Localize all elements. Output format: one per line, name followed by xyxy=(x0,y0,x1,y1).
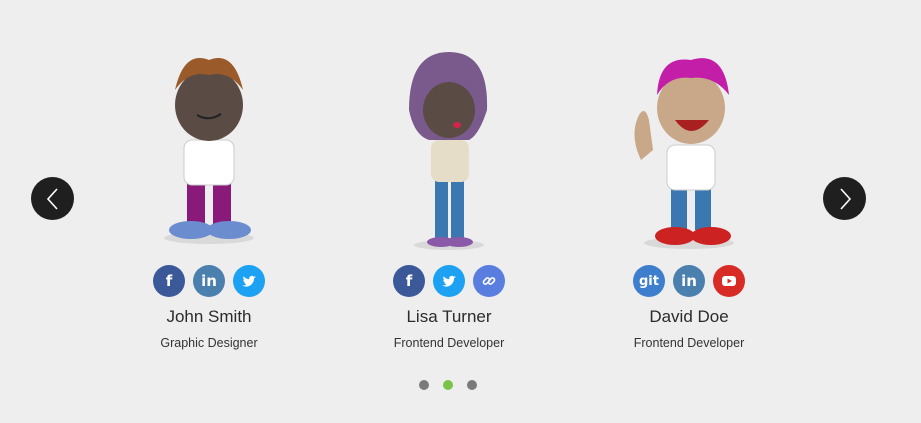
social-links: f xyxy=(339,265,559,297)
link-icon[interactable] xyxy=(473,265,505,297)
pagination-dot-3[interactable] xyxy=(467,380,477,390)
linkedin-icon[interactable]: in xyxy=(673,265,705,297)
avatar xyxy=(164,58,254,244)
pagination-dot-2-active[interactable] xyxy=(443,380,453,390)
team-member-card: f Lisa Turner Frontend Developer xyxy=(339,40,559,350)
member-name: John Smith xyxy=(166,307,252,326)
youtube-icon[interactable] xyxy=(713,265,745,297)
social-links: git in xyxy=(579,265,799,297)
twitter-icon[interactable] xyxy=(433,265,465,297)
carousel-next-button[interactable] xyxy=(823,177,866,220)
chevron-left-icon xyxy=(46,187,58,210)
carousel-prev-button[interactable] xyxy=(31,177,74,220)
avatar xyxy=(634,58,734,249)
team-member-card: git in David Doe Frontend Developer xyxy=(579,40,799,350)
twitter-icon[interactable] xyxy=(233,265,265,297)
pagination-dot-1[interactable] xyxy=(419,380,429,390)
git-icon[interactable]: git xyxy=(633,265,665,297)
member-name: David Doe xyxy=(649,307,729,326)
member-name: Lisa Turner xyxy=(406,307,492,326)
member-role: Frontend Developer xyxy=(393,336,505,350)
member-role: Graphic Designer xyxy=(160,336,258,350)
social-links: f in xyxy=(99,265,319,297)
linkedin-icon[interactable]: in xyxy=(193,265,225,297)
team-member-card: f in John Smith Graphic Designer xyxy=(99,40,319,350)
carousel-pagination xyxy=(419,380,477,390)
avatar xyxy=(409,52,488,250)
facebook-icon[interactable]: f xyxy=(393,265,425,297)
member-role: Frontend Developer xyxy=(633,336,745,350)
chevron-right-icon xyxy=(839,187,851,210)
facebook-icon[interactable]: f xyxy=(153,265,185,297)
